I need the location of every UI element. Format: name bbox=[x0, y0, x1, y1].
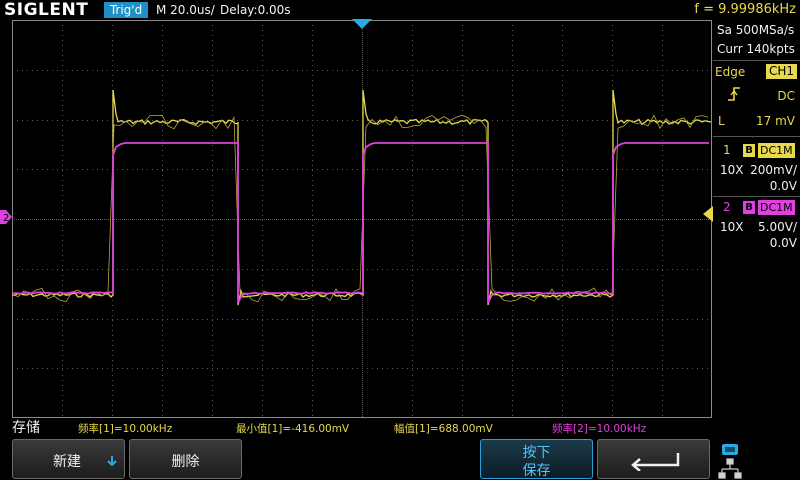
back-arrow-icon bbox=[631, 453, 680, 471]
ch1-probe: 10X bbox=[720, 163, 744, 177]
system-status-icons bbox=[718, 444, 742, 479]
top-status-bar: SIGLENT Trig'd M 20.0us/ Delay:0.00s f =… bbox=[0, 0, 800, 20]
delete-button[interactable]: 删除 bbox=[129, 439, 242, 479]
frequency-counter: f = 9.99986kHz bbox=[694, 2, 796, 17]
ch2-coupling-badge: DC1M bbox=[758, 200, 795, 215]
softkey-menu: 新建 删除 按下 保存 bbox=[0, 438, 800, 480]
divider bbox=[713, 136, 800, 137]
usb-icon bbox=[722, 444, 738, 455]
ch2-ground-marker[interactable]: 2 bbox=[0, 210, 12, 224]
menu-title: 存储 bbox=[12, 420, 40, 436]
sample-rate: Sa 500MSa/s bbox=[717, 23, 795, 37]
press-save-label-line2: 保存 bbox=[522, 463, 551, 479]
ch1-waveform-noise bbox=[12, 114, 709, 303]
ch2-probe: 10X bbox=[720, 220, 744, 234]
ch1-offset: 0.0V bbox=[769, 179, 797, 193]
ch1-info-block[interactable]: 1 B DC1M 10X 200mV/ 0.0V bbox=[713, 138, 800, 196]
ch2-scale: 5.00V/ bbox=[758, 220, 797, 234]
ch1-bw-limit-badge: B bbox=[743, 144, 755, 157]
new-button[interactable]: 新建 bbox=[12, 439, 125, 479]
trigger-level-value: 17 mV bbox=[756, 114, 795, 128]
measurement-ch1-amplitude: 幅值[1]=688.00mV bbox=[394, 423, 493, 435]
measurement-bar: 存储 频率[1]=10.00kHz 最小值[1]=-416.00mV 幅值[1]… bbox=[0, 418, 800, 438]
waveform-canvas bbox=[12, 20, 712, 418]
ch2-offset: 0.0V bbox=[769, 236, 797, 250]
ch2-number: 2 bbox=[723, 200, 731, 214]
brand-logo: SIGLENT bbox=[4, 0, 89, 20]
trigger-coupling: DC bbox=[777, 89, 795, 103]
trigger-type: Edge bbox=[715, 65, 746, 79]
ch1-scale: 200mV/ bbox=[750, 163, 797, 177]
measurement-ch1-frequency: 频率[1]=10.00kHz bbox=[78, 423, 173, 435]
delete-button-label: 删除 bbox=[171, 454, 200, 470]
trigger-level-label: L bbox=[718, 114, 725, 128]
waveform-display[interactable] bbox=[12, 20, 712, 418]
divider bbox=[713, 196, 800, 197]
trigger-level-icon[interactable] bbox=[703, 206, 713, 222]
trigger-source-badge: CH1 bbox=[765, 64, 797, 79]
ch1-coupling-badge: DC1M bbox=[758, 143, 795, 158]
ch1-number: 1 bbox=[723, 143, 731, 157]
ch1-waveform bbox=[12, 89, 712, 306]
trigger-position-icon[interactable] bbox=[352, 19, 372, 29]
ch2-bw-limit-badge: B bbox=[743, 201, 755, 214]
divider bbox=[713, 60, 800, 61]
graticule bbox=[12, 20, 712, 418]
delay-readout[interactable]: Delay:0.00s bbox=[220, 0, 291, 20]
measurement-ch1-min: 最小值[1]=-416.00mV bbox=[236, 423, 350, 435]
network-icon bbox=[718, 458, 742, 479]
back-button[interactable] bbox=[597, 439, 710, 479]
new-button-label: 新建 bbox=[53, 454, 81, 470]
ch2-ground-label: 2 bbox=[3, 213, 9, 224]
timebase-readout[interactable]: M 20.0us/ bbox=[156, 0, 215, 20]
down-arrow-icon bbox=[107, 456, 117, 467]
press-save-label-line1: 按下 bbox=[522, 445, 551, 461]
press-save-button[interactable]: 按下 保存 bbox=[480, 439, 593, 479]
memory-depth: Curr 140kpts bbox=[717, 42, 795, 56]
right-info-panel: Sa 500MSa/s Curr 140kpts Edge CH1 DC L 1… bbox=[713, 20, 800, 418]
rising-edge-icon bbox=[728, 87, 740, 101]
trigger-status-badge: Trig'd bbox=[104, 2, 148, 18]
ch2-info-block[interactable]: 2 B DC1M 10X 5.00V/ 0.0V bbox=[713, 198, 800, 256]
measurement-ch2-frequency: 频率[2]=10.00kHz bbox=[552, 423, 647, 435]
